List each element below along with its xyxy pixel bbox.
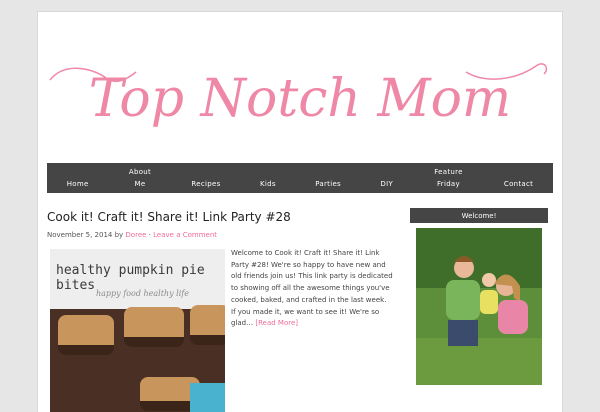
nav-item-recipes[interactable]: Recipes — [191, 166, 220, 190]
nav-item-about-me[interactable]: About Me — [128, 166, 152, 190]
tart-image — [124, 307, 184, 347]
post-excerpt: Welcome to Cook it! Craft it! Share it! … — [231, 248, 393, 330]
post-featured-image[interactable]: healthy pumpkin pie bites happy food hea… — [50, 249, 225, 412]
logo-graphic: Top Notch Mom — [49, 63, 548, 129]
family-photo-graphic — [416, 228, 542, 385]
site-logo[interactable]: Top Notch Mom — [46, 50, 554, 150]
post-title[interactable]: Cook it! Craft it! Share it! Link Party … — [47, 210, 291, 224]
tart-image — [190, 305, 225, 345]
page-container: Top Notch Mom Home About Me Recipes Kids… — [38, 12, 562, 412]
nav-item-home[interactable]: Home — [67, 166, 89, 190]
main-nav: Home About Me Recipes Kids Parties DIY F… — [47, 163, 553, 193]
nav-item-kids[interactable]: Kids — [260, 166, 276, 190]
family-photo — [416, 228, 542, 385]
logo-text: Top Notch Mom — [89, 69, 511, 129]
nav-item-feature-friday[interactable]: Feature Friday — [432, 166, 464, 190]
nav-item-parties[interactable]: Parties — [315, 166, 341, 190]
nav-item-contact[interactable]: Contact — [504, 166, 533, 190]
read-more-link[interactable]: [Read More] — [255, 319, 298, 327]
blue-dish — [190, 383, 225, 412]
image-subtitle-text: happy food healthy life — [96, 289, 189, 298]
nav-item-diy[interactable]: DIY — [380, 166, 393, 190]
excerpt-text: Welcome to Cook it! Craft it! Share it! … — [231, 249, 393, 328]
welcome-widget-title: Welcome! — [410, 208, 548, 223]
post-by: by — [114, 231, 124, 239]
post-meta: November 5, 2014 by Doree · Leave a Comm… — [47, 231, 217, 239]
meta-separator: · — [148, 231, 151, 239]
leave-comment-link[interactable]: Leave a Comment — [153, 231, 217, 239]
post-date: November 5, 2014 — [47, 231, 113, 239]
tart-image — [58, 315, 114, 355]
post-author-link[interactable]: Doree — [125, 231, 146, 239]
